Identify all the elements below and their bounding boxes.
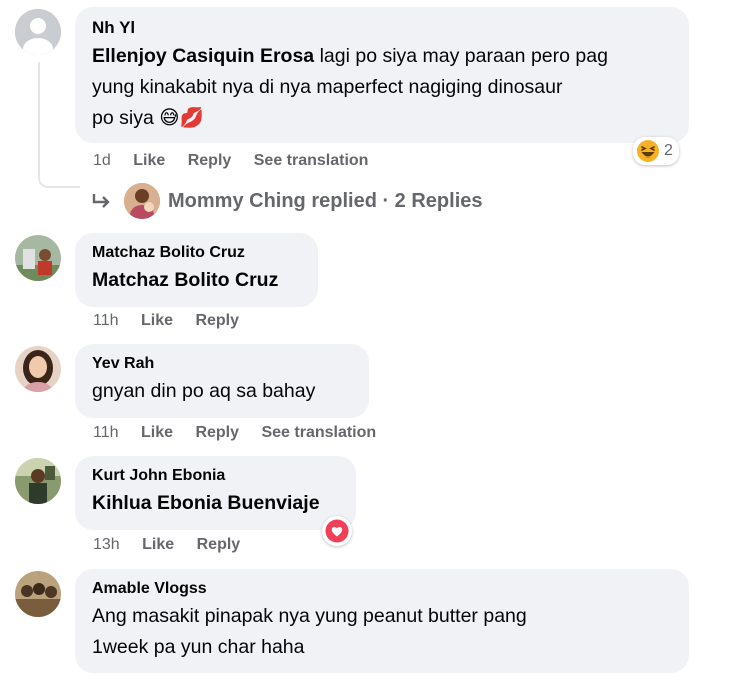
reply-button[interactable]: Reply: [195, 312, 239, 329]
reply-arrow-icon: [92, 194, 110, 208]
comment-text: Ellenjoy Casiquin Erosa lagi po siya may…: [92, 45, 608, 129]
comment-author[interactable]: Matchaz Bolito Cruz: [92, 243, 302, 263]
comment-bubble: Matchaz Bolito Cruz Matchaz Bolito Cruz: [75, 233, 318, 307]
comment-bubble: Amable Vlogss Ang masakit pinapak nya yu…: [75, 569, 689, 673]
reaction-count[interactable]: [322, 516, 352, 546]
reply-button[interactable]: Reply: [197, 536, 241, 553]
reaction-count[interactable]: 2: [633, 137, 679, 165]
comment-text: Kihlua Ebonia Buenviaje: [92, 488, 340, 519]
comment-author[interactable]: Yev Rah: [92, 354, 353, 374]
comment-text: gnyan din po aq sa bahay: [92, 380, 316, 402]
comment-actions: 11h Like Reply: [93, 310, 257, 332]
laughing-emoji-icon: [637, 140, 659, 162]
avatar[interactable]: [15, 235, 61, 281]
comment-time[interactable]: 1d: [93, 152, 111, 169]
comment-bubble: Kurt John Ebonia Kihlua Ebonia Buenviaje: [75, 456, 356, 530]
comment-text: Ang masakit pinapak nya yung peanut butt…: [92, 605, 527, 658]
avatar: [124, 183, 160, 219]
thread-line: [38, 62, 80, 188]
view-replies-link[interactable]: Mommy Ching replied · 2 Replies: [92, 183, 483, 219]
comment-author[interactable]: Nh Yl: [92, 18, 673, 38]
see-translation-button[interactable]: See translation: [254, 152, 369, 169]
mention-link[interactable]: Matchaz Bolito Cruz: [92, 269, 278, 291]
like-button[interactable]: Like: [142, 536, 174, 553]
reply-button[interactable]: Reply: [188, 152, 232, 169]
like-button[interactable]: Like: [141, 312, 173, 329]
view-replies-text[interactable]: Mommy Ching replied · 2 Replies: [168, 190, 483, 213]
comment-text: Matchaz Bolito Cruz: [92, 265, 302, 296]
default-avatar-icon: [15, 9, 61, 55]
comment-bubble: Nh Yl Ellenjoy Casiquin Erosa lagi po si…: [75, 7, 689, 143]
mention-link[interactable]: Ellenjoy Casiquin Erosa: [92, 45, 314, 67]
comment-bubble: Yev Rah gnyan din po aq sa bahay: [75, 344, 369, 418]
comment-actions: 13h Like Reply: [93, 534, 258, 556]
like-button[interactable]: Like: [133, 152, 165, 169]
comment-time[interactable]: 11h: [93, 312, 119, 329]
reaction-count-text: 2: [664, 142, 673, 159]
comment-time[interactable]: 13h: [93, 536, 120, 553]
comment-actions: 11h Like Reply See translation: [93, 422, 394, 444]
see-translation-button[interactable]: See translation: [261, 424, 376, 441]
reply-button[interactable]: Reply: [195, 424, 239, 441]
comment-author[interactable]: Amable Vlogss: [92, 579, 673, 599]
avatar[interactable]: [15, 346, 61, 392]
like-button[interactable]: Like: [141, 424, 173, 441]
avatar[interactable]: [15, 571, 61, 617]
avatar[interactable]: [15, 9, 61, 55]
heart-reaction-icon: [325, 519, 349, 543]
mention-link[interactable]: Kihlua Ebonia Buenviaje: [92, 492, 320, 514]
avatar[interactable]: [15, 458, 61, 504]
comment-time[interactable]: 11h: [93, 424, 119, 441]
comment-actions: 1d Like Reply See translation: [93, 150, 386, 172]
comment-author[interactable]: Kurt John Ebonia: [92, 466, 340, 486]
